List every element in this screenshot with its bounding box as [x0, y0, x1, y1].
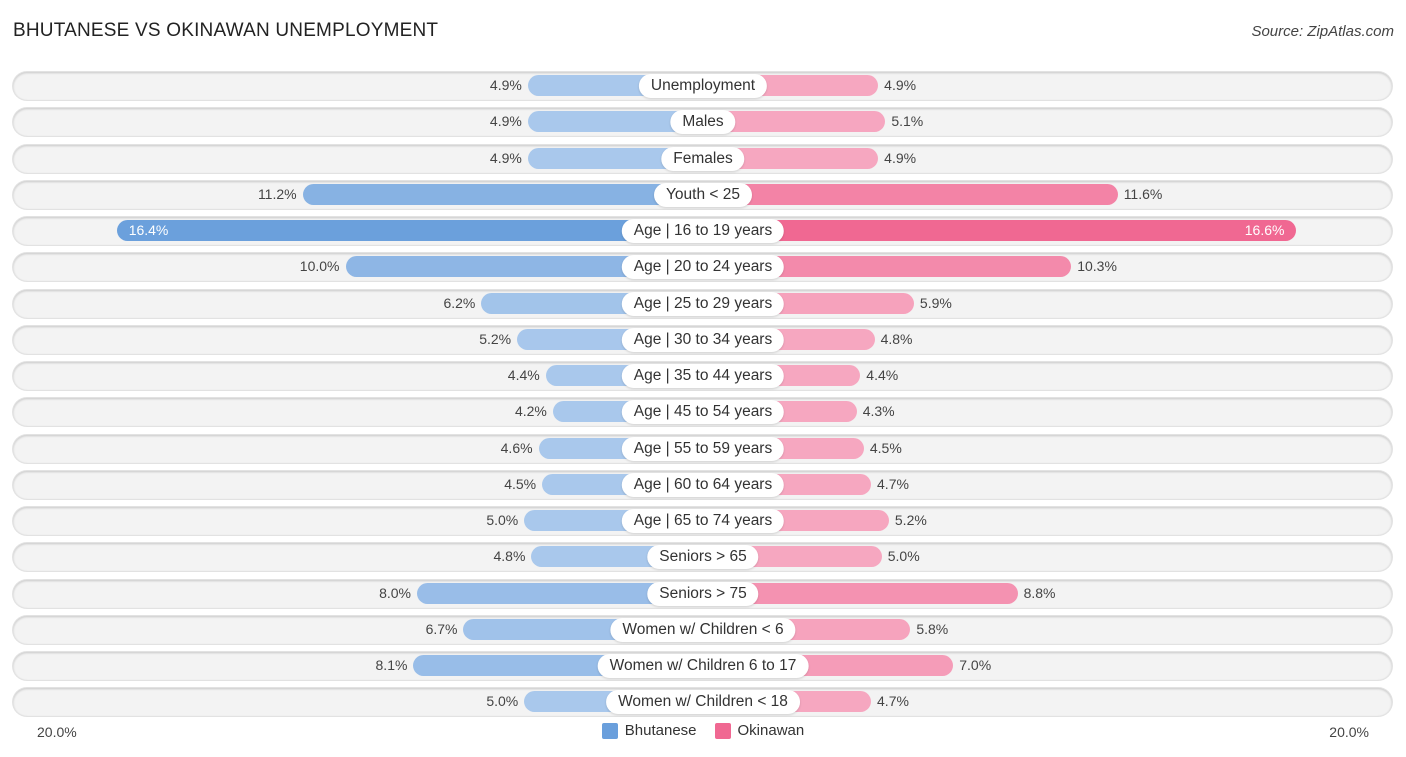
value-label-okinawan: 5.2%: [894, 512, 927, 528]
category-label: Age | 35 to 44 years: [621, 363, 785, 388]
value-label-okinawan: 16.6%: [1244, 222, 1285, 238]
value-label-bhutanese: 4.9%: [489, 150, 522, 166]
value-label-bhutanese: 6.7%: [425, 621, 458, 637]
value-label-bhutanese: 4.5%: [504, 476, 537, 492]
bar-okinawan[interactable]: [703, 184, 1118, 205]
value-label-okinawan: 5.0%: [887, 548, 920, 564]
category-label: Age | 45 to 54 years: [621, 399, 785, 424]
value-label-okinawan: 10.3%: [1077, 258, 1117, 274]
value-label-bhutanese: 16.4%: [128, 222, 169, 238]
value-label-okinawan: 4.8%: [880, 331, 913, 347]
value-label-okinawan: 4.7%: [877, 693, 909, 709]
category-label: Age | 60 to 64 years: [621, 472, 785, 497]
value-label-bhutanese: 5.0%: [486, 512, 519, 528]
value-label-okinawan: 5.9%: [919, 295, 952, 311]
category-label: Women w/ Children < 6: [610, 617, 796, 642]
legend-item-okinawan[interactable]: Okinawan: [714, 722, 805, 739]
category-label: Age | 55 to 59 years: [621, 436, 785, 461]
value-label-bhutanese: 4.6%: [500, 440, 533, 456]
category-label: Women w/ Children < 18: [606, 689, 800, 714]
chart-area: 4.9% 4.9% Unemployment 4.9% 5.1% Males 4.9% 4.9…: [0, 0, 1406, 757]
legend-label-okinawan: Okinawan: [737, 722, 805, 739]
legend-label-bhutanese: Bhutanese: [624, 722, 697, 739]
category-label: Males: [670, 109, 736, 134]
category-label: Unemployment: [638, 73, 768, 98]
value-label-bhutanese: 10.0%: [299, 258, 340, 274]
value-label-bhutanese: 5.0%: [486, 693, 519, 709]
value-label-bhutanese: 11.2%: [257, 186, 297, 202]
value-label-bhutanese: 8.0%: [379, 585, 411, 601]
value-label-bhutanese: 6.2%: [443, 295, 476, 311]
value-label-okinawan: 4.9%: [884, 77, 917, 93]
value-label-okinawan: 4.3%: [862, 403, 895, 419]
value-label-bhutanese: 4.2%: [514, 403, 547, 419]
value-label-okinawan: 4.9%: [884, 150, 917, 166]
category-label: Seniors > 75: [647, 581, 759, 606]
category-label: Seniors > 65: [647, 544, 759, 569]
value-label-bhutanese: 8.1%: [375, 657, 408, 673]
value-label-okinawan: 4.4%: [866, 367, 899, 383]
value-label-okinawan: 11.6%: [1123, 186, 1163, 202]
value-label-okinawan: 8.8%: [1023, 585, 1056, 601]
value-label-okinawan: 7.0%: [959, 657, 992, 673]
category-label: Age | 25 to 29 years: [621, 291, 785, 316]
value-label-bhutanese: 5.2%: [479, 331, 512, 347]
bar-bhutanese[interactable]: [302, 184, 703, 205]
category-label: Age | 20 to 24 years: [621, 254, 785, 279]
value-label-bhutanese: 4.4%: [507, 367, 540, 383]
value-label-okinawan: 5.1%: [891, 113, 924, 129]
value-label-okinawan: 5.8%: [916, 621, 949, 637]
legend: Bhutanese Okinawan: [0, 722, 1406, 739]
value-label-bhutanese: 4.9%: [489, 77, 522, 93]
category-label: Women w/ Children 6 to 17: [597, 653, 809, 678]
category-label: Females: [661, 146, 745, 171]
legend-swatch-okinawan: [714, 722, 731, 739]
category-label: Age | 65 to 74 years: [621, 508, 785, 533]
value-label-okinawan: 4.5%: [869, 440, 902, 456]
legend-swatch-bhutanese: [601, 722, 618, 739]
value-label-okinawan: 4.7%: [877, 476, 909, 492]
category-label: Youth < 25: [654, 182, 752, 207]
bar-bhutanese[interactable]: [116, 220, 703, 241]
legend-item-bhutanese[interactable]: Bhutanese: [601, 722, 697, 739]
bar-okinawan[interactable]: [703, 220, 1297, 241]
category-label: Age | 30 to 34 years: [621, 327, 785, 352]
value-label-bhutanese: 4.9%: [489, 113, 522, 129]
category-label: Age | 16 to 19 years: [621, 218, 785, 243]
value-label-bhutanese: 4.8%: [493, 548, 526, 564]
